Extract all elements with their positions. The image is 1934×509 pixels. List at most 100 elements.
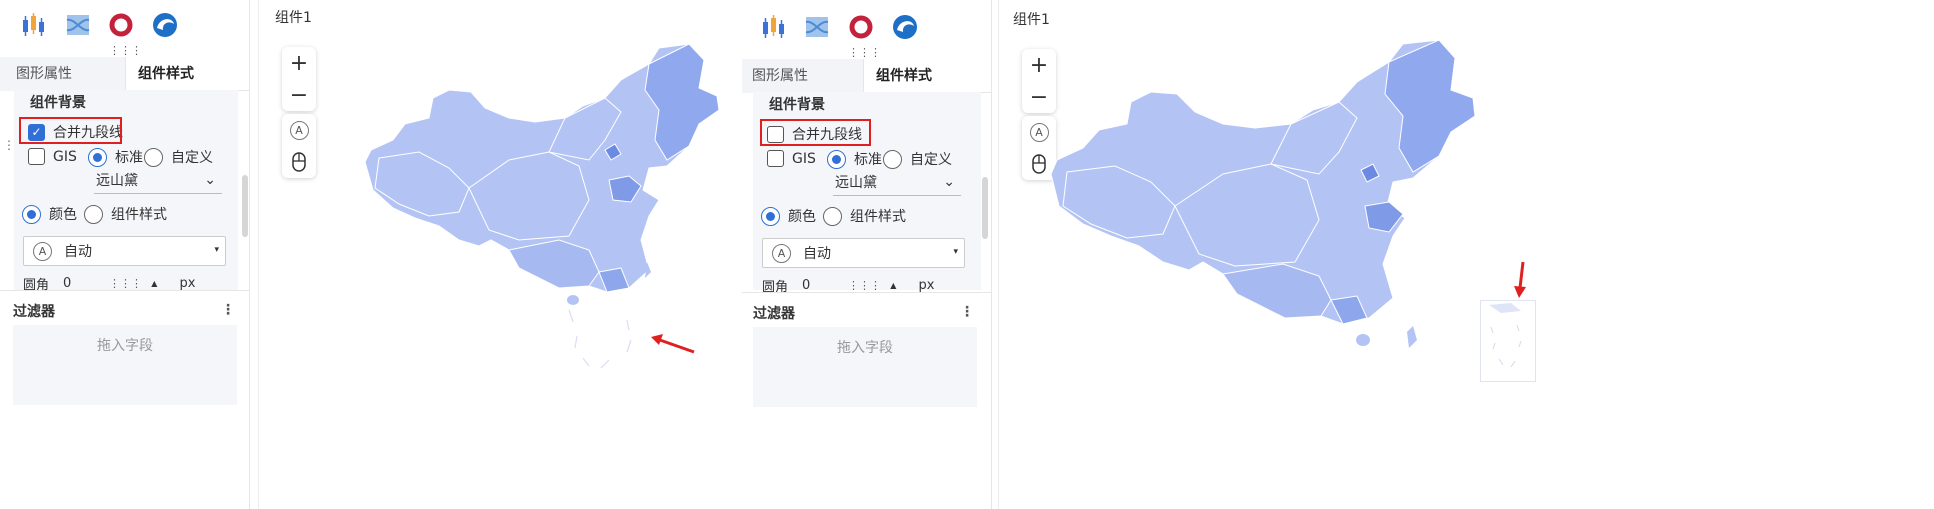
tab-graphic-properties[interactable]: 图形属性 (0, 57, 126, 91)
component-title: 组件1 (275, 10, 312, 26)
zoom-in-icon[interactable]: + (282, 47, 316, 79)
color-radio[interactable]: 颜色 (761, 206, 816, 226)
zoom-out-icon[interactable]: − (282, 79, 316, 111)
drag-handle[interactable]: ⋮⋮⋮ (848, 47, 881, 58)
divider (0, 290, 249, 291)
property-tabs: 图形属性 组件样式 (742, 59, 991, 93)
property-tabs: 图形属性 组件样式 (0, 57, 249, 91)
map-shape (1050, 39, 1476, 348)
chevron-down-icon: ⌄ (204, 172, 216, 188)
auto-value: 自动 (64, 244, 92, 260)
component-title: 组件1 (1013, 12, 1050, 28)
standard-label: 标准 (854, 152, 882, 168)
drag-handle[interactable]: ⋮⋮⋮ (109, 45, 142, 56)
canvas-left: 组件1 + − A (258, 0, 740, 509)
properties-panel-right: ⋮⋮⋮ 图形属性 组件样式 组件背景 合并九段线 GIS 标准 自定义 远山黛 … (742, 0, 992, 509)
section-title: 组件背景 (769, 97, 825, 113)
gis-checkbox-box[interactable] (767, 150, 784, 167)
theme-value: 远山黛 (96, 173, 138, 189)
custom-radio[interactable]: 自定义 (883, 149, 952, 169)
tab-component-style[interactable]: 组件样式 (864, 59, 991, 93)
style-radio-dot[interactable] (84, 204, 103, 224)
custom-label: 自定义 (910, 152, 952, 168)
gis-label: GIS (792, 150, 816, 167)
divider (742, 292, 991, 293)
auto-icon: A (33, 241, 52, 261)
style-label: 组件样式 (111, 207, 167, 223)
color-radio-dot[interactable] (761, 206, 780, 226)
radius-unit: px (179, 276, 196, 291)
drop-hint: 拖入字段 (97, 338, 153, 354)
nine-dash-line (1489, 303, 1522, 368)
radius-input[interactable]: 0 (802, 278, 810, 293)
color-select[interactable]: A 自动 ▾ (23, 236, 226, 266)
auto-icon[interactable]: A (282, 114, 316, 146)
standard-radio[interactable]: 标准 (88, 147, 143, 167)
ring-chart-icon[interactable] (106, 10, 136, 40)
stepper-up-icon[interactable]: ▲ (151, 279, 157, 288)
china-map[interactable] (1043, 36, 1503, 396)
radius-input[interactable]: 0 (63, 276, 71, 291)
custom-radio-dot[interactable] (144, 147, 163, 167)
custom-label: 自定义 (171, 150, 213, 166)
highlight-box (760, 119, 871, 146)
standard-radio-dot[interactable] (827, 149, 846, 169)
color-select[interactable]: A 自动 ▾ (762, 238, 965, 268)
more-options-icon[interactable]: ⋮ (221, 302, 235, 318)
theme-value: 远山黛 (835, 175, 877, 191)
color-radio[interactable]: 颜色 (22, 204, 77, 224)
style-radio-dot[interactable] (823, 206, 842, 226)
section-title: 组件背景 (30, 95, 86, 111)
filter-drop-zone[interactable]: 拖入字段 (753, 327, 977, 407)
scrollbar[interactable] (982, 177, 988, 239)
gis-checkbox[interactable]: GIS (28, 148, 77, 165)
standard-radio-dot[interactable] (88, 147, 107, 167)
candlestick-chart-icon[interactable] (18, 10, 48, 40)
tab-graphic-properties[interactable]: 图形属性 (742, 59, 864, 93)
standard-label: 标准 (115, 150, 143, 166)
red-arrow-icon (1514, 261, 1526, 298)
mouse-icon[interactable] (282, 146, 316, 178)
more-options-icon[interactable]: ⋮ (960, 304, 974, 320)
style-radio[interactable]: 组件样式 (84, 204, 167, 224)
style-radio[interactable]: 组件样式 (823, 206, 906, 226)
scrollbar[interactable] (242, 175, 248, 237)
gis-checkbox[interactable]: GIS (767, 150, 816, 167)
swirl-chart-icon[interactable] (890, 12, 920, 42)
filter-title: 过滤器 (753, 306, 795, 322)
candlestick-chart-icon[interactable] (758, 12, 788, 42)
auto-value: 自动 (803, 246, 831, 262)
drag-handle[interactable]: ⋮⋮⋮ (109, 278, 142, 289)
flow-map-icon[interactable] (802, 12, 832, 42)
drag-handle[interactable]: ⋮⋮⋮ (848, 280, 881, 291)
theme-select[interactable]: 远山黛 ⌄ (94, 170, 222, 194)
theme-select[interactable]: 远山黛 ⌄ (833, 172, 961, 196)
filter-title: 过滤器 (13, 304, 55, 320)
flow-map-icon[interactable] (63, 10, 93, 40)
custom-radio[interactable]: 自定义 (144, 147, 213, 167)
red-arrow-icon (651, 334, 695, 354)
swirl-chart-icon[interactable] (150, 10, 180, 40)
standard-radio[interactable]: 标准 (827, 149, 882, 169)
nine-dash-inset (1480, 300, 1536, 382)
radius-unit: px (918, 278, 935, 293)
map-shape (364, 43, 720, 305)
properties-panel-left: ⋮⋮⋮ 图形属性 组件样式 组件背景 ✓ 合并九段线 GIS 标准 自定义 远山… (0, 0, 250, 509)
custom-radio-dot[interactable] (883, 149, 902, 169)
style-label: 组件样式 (850, 209, 906, 225)
canvas-right: 组件1 + − A (998, 0, 1934, 509)
color-label: 颜色 (49, 207, 77, 223)
filter-drop-zone[interactable]: 拖入字段 (13, 325, 237, 405)
nine-dash-line (568, 309, 632, 369)
caret-down-icon: ▾ (214, 245, 219, 255)
map-mode-controls: A (282, 114, 316, 178)
gis-checkbox-box[interactable] (28, 148, 45, 165)
stepper-up-icon[interactable]: ▲ (890, 281, 896, 290)
tab-component-style[interactable]: 组件样式 (126, 57, 249, 91)
color-radio-dot[interactable] (22, 204, 41, 224)
ring-chart-icon[interactable] (846, 12, 876, 42)
zoom-controls: + − (282, 47, 316, 111)
drag-handle[interactable]: ⋮ (3, 138, 15, 152)
color-label: 颜色 (788, 209, 816, 225)
drop-hint: 拖入字段 (837, 340, 893, 356)
